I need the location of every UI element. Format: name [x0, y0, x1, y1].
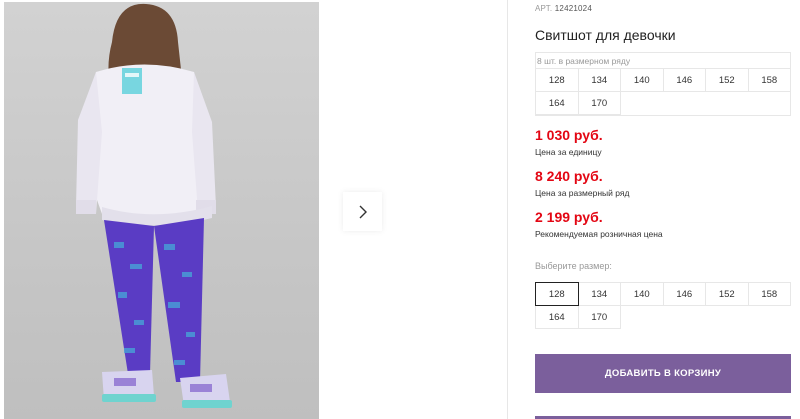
size-row-cell: 146 — [662, 68, 706, 92]
size-row-cell: 140 — [620, 68, 664, 92]
size-option-selected[interactable]: 128 — [535, 282, 579, 306]
size-row-cell: 134 — [577, 68, 621, 92]
panel-divider — [507, 0, 508, 419]
row-price: 8 240 руб. — [535, 168, 603, 184]
article-label: АРТ. — [535, 4, 553, 13]
size-option[interactable]: 170 — [577, 305, 621, 329]
unit-price: 1 030 руб. — [535, 127, 603, 143]
product-photo — [4, 2, 319, 419]
size-row-cell: 158 — [747, 68, 791, 92]
retail-price-label: Рекомендуемая розничная цена — [535, 229, 663, 239]
size-row-grid: 128 134 140 146 152 158 164 170 — [535, 68, 791, 115]
size-row-cell: 170 — [577, 91, 621, 115]
size-row-cell: 164 — [535, 91, 579, 115]
size-option[interactable]: 146 — [662, 282, 706, 306]
gallery-next-button[interactable] — [343, 192, 382, 231]
size-row-cell: 152 — [705, 68, 749, 92]
size-option[interactable]: 164 — [535, 305, 579, 329]
product-gallery — [0, 0, 507, 419]
size-option[interactable]: 152 — [705, 282, 749, 306]
row-price-label: Цена за размерный ряд — [535, 188, 630, 198]
add-to-cart-button[interactable]: ДОБАВИТЬ В КОРЗИНУ — [535, 354, 791, 393]
size-option[interactable]: 134 — [577, 282, 621, 306]
size-option[interactable]: 158 — [747, 282, 791, 306]
size-row-caption: 8 шт. в размерном ряду — [537, 56, 631, 66]
chevron-right-icon — [359, 205, 367, 218]
size-option[interactable]: 140 — [620, 282, 664, 306]
product-title: Свитшот для девочки — [535, 27, 676, 43]
article-number: АРТ. 12421024 — [535, 4, 592, 13]
size-selector: 128 134 140 146 152 158 164 170 — [535, 282, 791, 329]
size-row-cell: 128 — [535, 68, 579, 92]
unit-price-label: Цена за единицу — [535, 147, 602, 157]
article-value: 12421024 — [554, 4, 592, 13]
product-photo-illustration — [76, 3, 232, 408]
choose-size-label: Выберите размер: — [535, 261, 612, 271]
retail-price: 2 199 руб. — [535, 209, 603, 225]
